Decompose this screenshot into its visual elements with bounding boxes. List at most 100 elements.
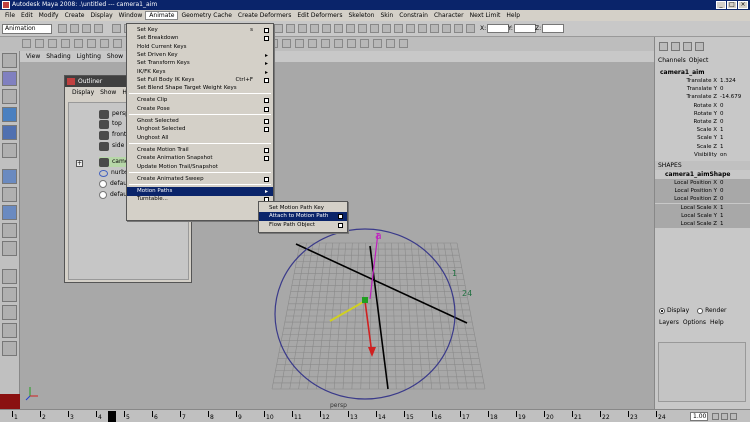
layout-option-4-icon[interactable] — [2, 323, 17, 338]
channel-scale-x[interactable]: Scale X1 — [655, 126, 750, 134]
layout-option-2-icon[interactable] — [2, 287, 17, 302]
channel-value[interactable]: 1 — [720, 204, 724, 212]
channel-value[interactable]: 1.324 — [720, 77, 736, 85]
menu-constrain[interactable]: Constrain — [396, 12, 431, 19]
status-tool-32-icon[interactable] — [442, 24, 451, 33]
layout-option-5-icon[interactable] — [2, 341, 17, 356]
shelf-button-25-icon[interactable] — [334, 39, 343, 48]
z-input[interactable] — [542, 24, 564, 33]
display-layer-radio[interactable]: Display — [659, 307, 689, 314]
play-back-icon[interactable] — [712, 413, 719, 420]
status-tool-20-icon[interactable] — [298, 24, 307, 33]
animate-menu-item-unghost-all[interactable]: Unghost All — [127, 134, 273, 143]
channel-value[interactable]: 1 — [720, 212, 724, 220]
menu-modify[interactable]: Modify — [36, 12, 62, 19]
panel-menu-show[interactable]: Show — [104, 53, 126, 60]
manipulator-tool-icon[interactable] — [2, 143, 17, 158]
channel-value[interactable]: 1 — [720, 143, 724, 151]
status-tool-2-icon[interactable] — [70, 24, 79, 33]
shelf-button-27-icon[interactable] — [360, 39, 369, 48]
status-tool-34-icon[interactable] — [466, 24, 475, 33]
channel-value[interactable]: 1 — [720, 220, 724, 228]
channel-value[interactable]: on — [720, 151, 727, 159]
close-button[interactable]: × — [738, 1, 748, 9]
option-box-icon[interactable] — [264, 98, 269, 104]
channel-value[interactable]: 0 — [720, 187, 724, 195]
layer-editor-toggle-icon[interactable] — [695, 42, 704, 51]
menu-create[interactable]: Create — [62, 12, 88, 19]
move-tool-icon[interactable] — [2, 89, 17, 104]
menu-skin[interactable]: Skin — [377, 12, 396, 19]
shelf-button-29-icon[interactable] — [386, 39, 395, 48]
channel-value[interactable]: 0 — [720, 179, 724, 187]
maximize-button[interactable]: □ — [727, 1, 737, 9]
status-tool-28-icon[interactable] — [394, 24, 403, 33]
animate-menu-item-update-motion-trail-snapshot[interactable]: Update Motion Trail/Snapshot — [127, 163, 273, 172]
channel-value[interactable]: 0 — [720, 85, 724, 93]
menu-geometry-cache[interactable]: Geometry Cache — [178, 12, 234, 19]
option-box-icon[interactable] — [264, 28, 269, 33]
shelf-button-4-icon[interactable] — [61, 39, 70, 48]
outliner-item-side[interactable]: side — [99, 141, 124, 151]
option-box-icon[interactable] — [264, 36, 269, 42]
option-box-icon[interactable] — [264, 156, 269, 162]
channel-rotate-x[interactable]: Rotate X0 — [655, 102, 750, 110]
channel-rotate-z[interactable]: Rotate Z0 — [655, 118, 750, 126]
status-tool-23-icon[interactable] — [334, 24, 343, 33]
menu-edit[interactable]: Edit — [18, 12, 36, 19]
status-tool-22-icon[interactable] — [322, 24, 331, 33]
channel-box-toggle-icon[interactable] — [659, 42, 668, 51]
option-box-icon[interactable] — [264, 106, 269, 112]
outliner-menu-display[interactable]: Display — [69, 89, 97, 96]
channel-value[interactable]: 0 — [720, 102, 724, 110]
layout-hypershade-icon[interactable] — [2, 241, 17, 256]
layout-persp-outliner-icon[interactable] — [2, 205, 17, 220]
animate-menu-item-create-pose[interactable]: Create Pose — [127, 105, 273, 114]
shelf-button-30-icon[interactable] — [399, 39, 408, 48]
shelf-button-8-icon[interactable] — [113, 39, 122, 48]
option-box-icon[interactable] — [264, 176, 269, 182]
shelf-button-2-icon[interactable] — [35, 39, 44, 48]
animate-menu-item-create-animated-sweep[interactable]: Create Animated Sweep — [127, 175, 273, 184]
channel-rotate-y[interactable]: Rotate Y0 — [655, 110, 750, 118]
shelf-button-26-icon[interactable] — [347, 39, 356, 48]
option-box-icon[interactable] — [264, 147, 269, 153]
menu-help[interactable]: Help — [503, 12, 523, 19]
layout-four-icon[interactable] — [2, 187, 17, 202]
channels-tab[interactable]: Channels — [658, 57, 686, 64]
channel-local-position-z[interactable]: Local Position Z0 — [655, 195, 750, 204]
layout-option-3-icon[interactable] — [2, 305, 17, 320]
menu-file[interactable]: File — [2, 12, 18, 19]
time-slider[interactable]: 1.00 1 2 3 4 5 6 7 8 9 10 11 12 13 14 15 16 17 18 19 20 21 22… — [0, 409, 750, 422]
status-tool-18-icon[interactable] — [274, 24, 283, 33]
shelf-button-6-icon[interactable] — [87, 39, 96, 48]
menu-window[interactable]: Window — [116, 12, 146, 19]
channel-scale-z[interactable]: Scale Z1 — [655, 143, 750, 151]
status-tool-24-icon[interactable] — [346, 24, 355, 33]
channel-translate-y[interactable]: Translate Y0 — [655, 85, 750, 93]
outliner-menu-show[interactable]: Show — [97, 89, 119, 96]
status-tool-4-icon[interactable] — [94, 24, 103, 33]
option-box-icon[interactable] — [338, 214, 343, 220]
y-input[interactable] — [514, 24, 536, 33]
attribute-editor-toggle-icon[interactable] — [671, 42, 680, 51]
animate-menu-item-turntable[interactable]: Turntable... — [127, 195, 273, 204]
outliner-item-top[interactable]: top — [99, 119, 122, 129]
channel-local-position-y[interactable]: Local Position Y0 — [655, 187, 750, 196]
layout-single-icon[interactable] — [2, 169, 17, 184]
menu-edit-deformers[interactable]: Edit Deformers — [294, 12, 345, 19]
render-layer-radio[interactable]: Render — [697, 307, 727, 314]
channel-scale-y[interactable]: Scale Y1 — [655, 134, 750, 142]
status-tool-27-icon[interactable] — [382, 24, 391, 33]
option-box-icon[interactable] — [264, 127, 269, 133]
help-menu[interactable]: Help — [710, 319, 724, 326]
panel-menu-shading[interactable]: Shading — [43, 53, 73, 60]
layers-menu[interactable]: Layers — [659, 319, 679, 326]
object-tab[interactable]: Object — [689, 57, 709, 64]
options-menu[interactable]: Options — [683, 319, 706, 326]
current-frame-marker[interactable] — [108, 411, 116, 422]
outliner-item-persp[interactable]: persp — [99, 109, 129, 119]
channel-translate-z[interactable]: Translate Z -14.679 — [655, 93, 750, 101]
shelf-button-21-icon[interactable] — [282, 39, 291, 48]
step-forward-icon[interactable] — [730, 413, 737, 420]
